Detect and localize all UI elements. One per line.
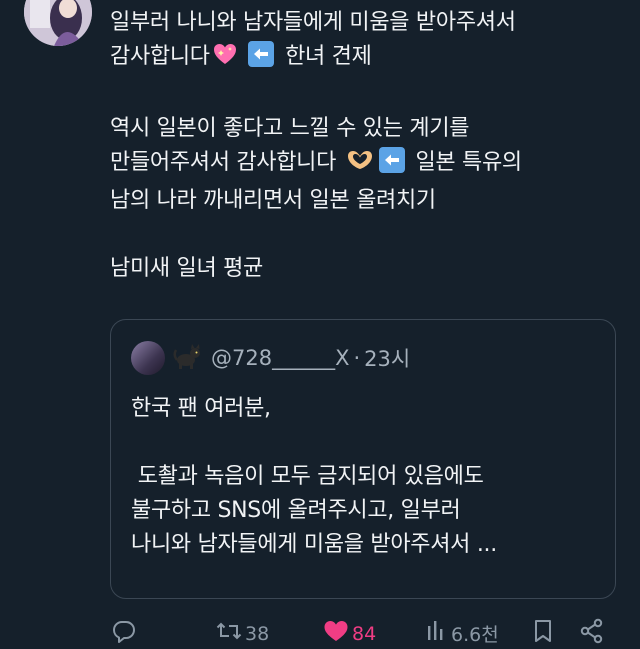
tweet-line: 만들어주셔서 감사합니다 일본 특유의 [110, 146, 625, 184]
bookmark-icon [531, 618, 555, 649]
sparkling-heart-icon [212, 41, 238, 78]
tweet-line: 남의 나라 까내리면서 일본 올려치기 [110, 188, 436, 213]
quoted-tweet-header: @728______X · 23시 [131, 340, 410, 376]
quote-line: 나니와 남자들에게 미움을 받아주셔서 ... [131, 532, 497, 557]
tweet-text: 일부러 나니와 남자들에게 미움을 받아주셔서 감사합니다 한녀 견제 역시 일… [110, 6, 625, 286]
like-count: 84 [352, 622, 377, 645]
quoted-author-handle[interactable]: @728______X [211, 346, 349, 370]
share-icon [579, 618, 605, 649]
heart-icon [322, 618, 350, 649]
bar-chart-icon [425, 618, 449, 649]
views-button[interactable]: 6.6천 [425, 618, 499, 649]
quoted-tweet-text: 한국 팬 여러분, 도촬과 녹음이 모두 금지되어 있음에도 불구하고 SNS에… [131, 392, 601, 562]
tweet-line-text: 한녀 견제 [285, 44, 372, 69]
reply-button[interactable] [111, 618, 139, 649]
quote-line: 도촬과 녹음이 모두 금지되어 있음에도 [131, 464, 484, 489]
tweet-line-text: 만들어주셔서 감사합니다 [110, 150, 337, 175]
bookmark-button[interactable] [531, 618, 555, 649]
retweet-count: 38 [245, 622, 270, 645]
quoted-author-avatar[interactable] [131, 341, 165, 375]
tweet-line-text: 감사합니다 [110, 44, 210, 69]
like-button[interactable]: 84 [322, 618, 376, 649]
quote-line: 한국 팬 여러분, [131, 396, 271, 421]
left-arrow-icon [248, 41, 275, 67]
tweet-line: 남미새 일녀 평균 [110, 256, 263, 281]
reply-icon [111, 618, 137, 649]
views-count: 6.6천 [451, 624, 499, 646]
retweet-button[interactable]: 38 [215, 618, 269, 649]
separator-dot: · [353, 346, 361, 370]
quote-line: 불구하고 SNS에 올려주시고, 일부러 [131, 498, 461, 523]
black-cat-icon [173, 343, 203, 374]
tweet-line-text: 일본 특유의 [415, 150, 522, 175]
retweet-icon [215, 618, 243, 649]
left-arrow-icon [378, 147, 405, 173]
heart-hands-icon [345, 147, 375, 184]
tweet-line: 감사합니다 한녀 견제 [110, 40, 625, 78]
quoted-tweet-time[interactable]: 23시 [364, 343, 410, 373]
tweet-actions-bar: 38 84 6.6천 [0, 614, 640, 646]
tweet-line: 일부러 나니와 남자들에게 미움을 받아주셔서 [110, 10, 516, 35]
quoted-tweet-card[interactable]: @728______X · 23시 한국 팬 여러분, 도촬과 녹음이 모두 금… [110, 319, 616, 599]
author-avatar[interactable] [24, 0, 92, 46]
tweet-line: 역시 일본이 좋다고 느낄 수 있는 계기를 [110, 116, 470, 141]
share-button[interactable] [579, 618, 605, 649]
